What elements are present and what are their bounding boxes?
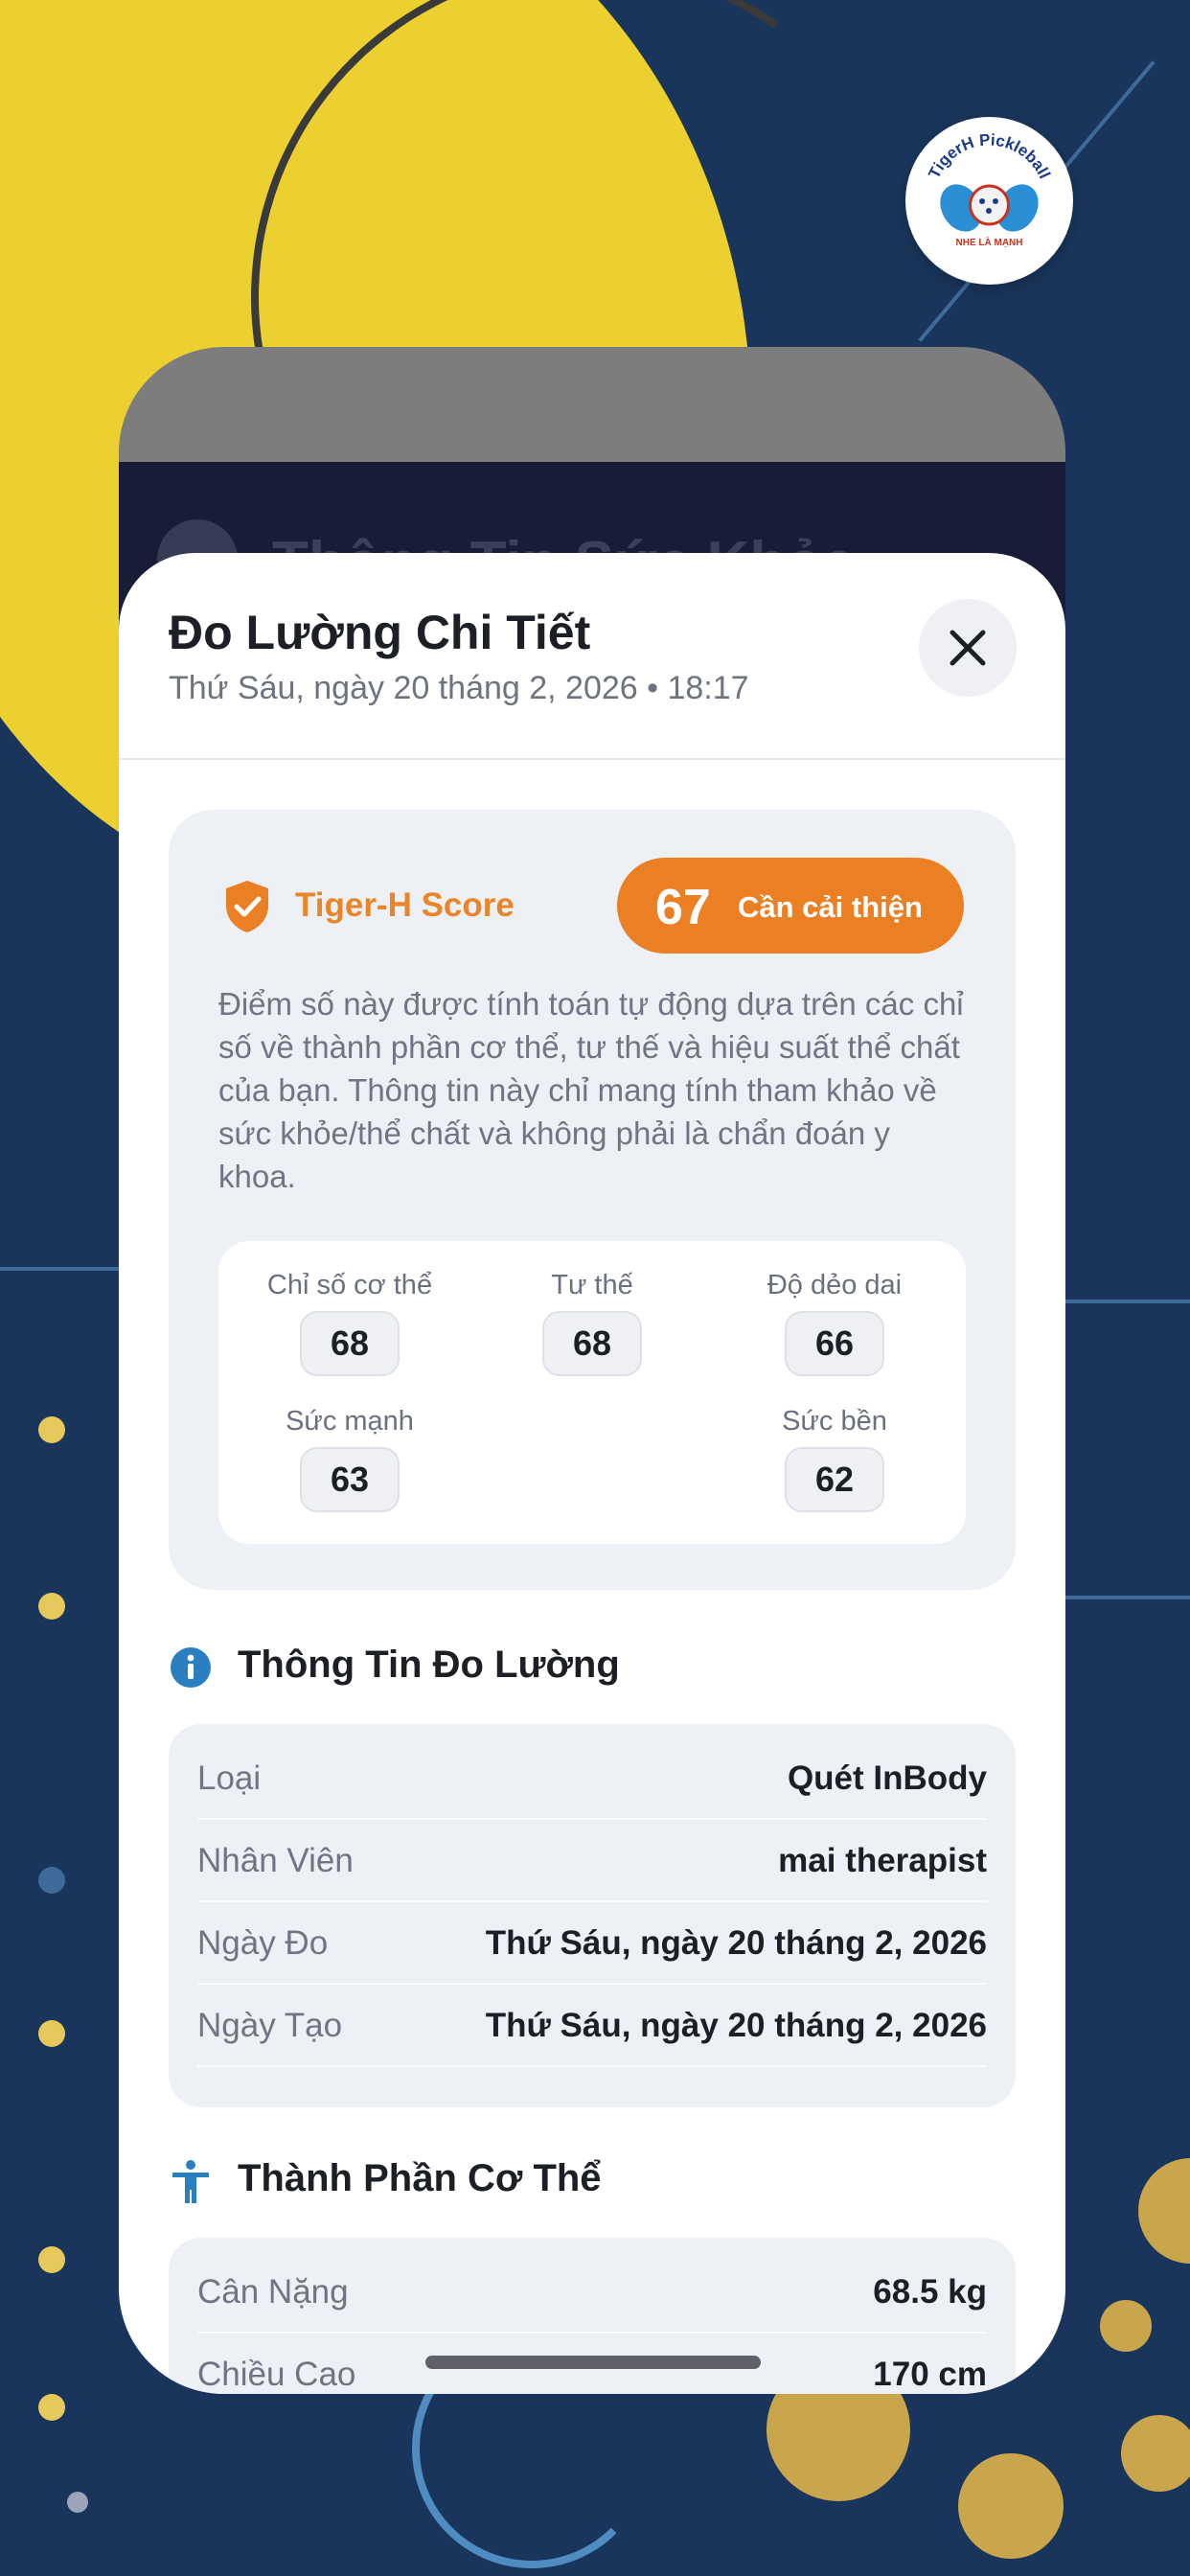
info-value: 170 cm [873,2356,987,2393]
metric-value: 66 [785,1311,884,1376]
metric-flexibility: Độ dẻo dai 66 [724,1270,945,1376]
info-key: Nhân Viên [197,1842,354,1879]
metric-label: Chỉ số cơ thể [266,1270,433,1300]
metric-body-index: Chỉ số cơ thể 68 [240,1270,460,1376]
info-value: mai therapist [778,1842,987,1879]
metric-strength: Sức mạnh 63 [240,1406,460,1512]
background-dot [1138,2158,1190,2264]
info-key: Chiều Cao [197,2356,356,2393]
background-line [1065,1300,1190,1303]
metric-value: 63 [300,1447,400,1512]
background-dot [38,2020,65,2047]
score-metrics: Chỉ số cơ thể 68 Tư thế 68 Độ dẻo dai 66… [218,1241,966,1544]
info-row-type: Loại Quét InBody [197,1737,987,1820]
info-key: Loại [197,1760,262,1797]
close-button[interactable] [919,599,1017,697]
metric-posture: Tư thế 68 [482,1270,702,1376]
info-value: Quét InBody [787,1760,987,1797]
body-composition-card: Cân Nặng 68.5 kg Chiều Cao 170 cm [169,2238,1016,2394]
logo-tagline: NHE LÀ MẠNH [956,236,1023,248]
home-indicator [425,2356,761,2369]
background-line [0,1267,119,1271]
background-dot [38,2394,65,2421]
logo-emblem-icon: TigerH Pickleball NHE LÀ MẠNH [910,122,1068,280]
background-dot [1121,2415,1190,2492]
detail-sheet: Đo Lường Chi Tiết Thứ Sáu, ngày 20 tháng… [119,553,1065,2394]
background-dot [38,1867,65,1894]
info-row-staff: Nhân Viên mai therapist [197,1820,987,1902]
metric-label: Tư thế [551,1270,633,1300]
brand-logo: TigerH Pickleball NHE LÀ MẠNH [905,117,1073,285]
modal-frame: Thông Tin Sức Khỏe Đo Lường Chi Tiết Thứ… [119,347,1065,2394]
metric-label: Sức mạnh [286,1406,414,1437]
sheet-subtitle: Thứ Sáu, ngày 20 tháng 2, 2026 • 18:17 [169,670,749,706]
background-dot [958,2453,1064,2559]
header-divider [119,758,1065,760]
info-row-created-date: Ngày Tạo Thứ Sáu, ngày 20 tháng 2, 2026 [197,1985,987,2067]
score-card: Tiger-H Score 67 Cần cải thiện Điểm số n… [169,810,1016,1590]
background-dot [38,1416,65,1443]
background-dot [38,2246,65,2273]
close-icon [950,630,986,666]
score-description: Điểm số này được tính toán tự động dựa t… [218,986,964,1194]
metric-value: 68 [542,1311,642,1376]
background-dot [1100,2300,1152,2352]
metric-value: 62 [785,1447,884,1512]
measurement-info-title: Thông Tin Đo Lường [238,1644,620,1686]
info-value: Thứ Sáu, ngày 20 tháng 2, 2026 [485,1924,987,1962]
score-status: Cần cải thiện [738,890,923,924]
info-icon [171,1647,211,1688]
score-value: 67 [655,880,711,935]
info-key: Ngày Đo [197,1924,329,1962]
info-key: Cân Nặng [197,2273,349,2311]
body-composition-title: Thành Phần Cơ Thể [238,2157,602,2199]
person-icon [172,2160,209,2203]
background-dot [38,1593,65,1620]
metric-label: Sức bền [782,1406,887,1437]
info-row-weight: Cân Nặng 68.5 kg [197,2251,987,2334]
info-value: Thứ Sáu, ngày 20 tháng 2, 2026 [485,2007,987,2044]
metric-endurance: Sức bền 62 [724,1406,945,1512]
shield-check-icon [226,881,268,932]
score-badge: 67 Cần cải thiện [617,858,964,954]
background-dot [67,2492,88,2513]
background-line [1065,1596,1190,1599]
metric-value: 68 [300,1311,400,1376]
info-row-measure-date: Ngày Đo Thứ Sáu, ngày 20 tháng 2, 2026 [197,1902,987,1985]
info-value: 68.5 kg [873,2273,987,2311]
metric-label: Độ dẻo dai [767,1270,903,1300]
info-key: Ngày Tạo [197,2007,343,2044]
sheet-title: Đo Lường Chi Tiết [169,606,591,659]
measurement-info-card: Loại Quét InBody Nhân Viên mai therapist… [169,1724,1016,2107]
score-label: Tiger-H Score [295,886,515,924]
